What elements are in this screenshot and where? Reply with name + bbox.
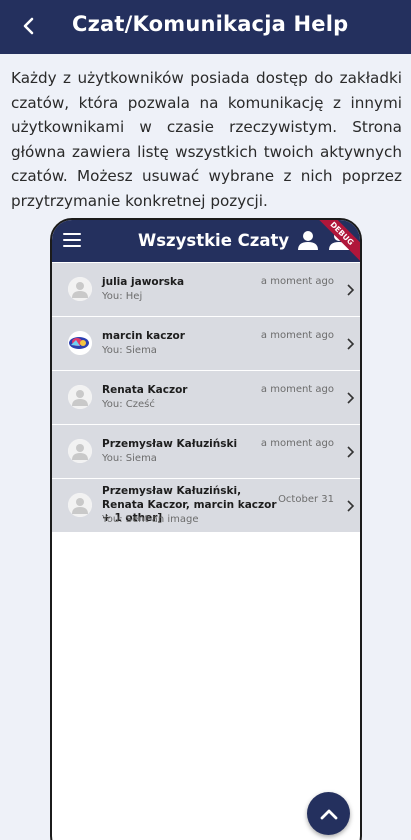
avatar	[68, 439, 92, 463]
chat-item[interactable]: julia jaworska You: Hej a moment ago	[52, 263, 360, 317]
chat-last-message: You: Cześć	[102, 399, 155, 410]
app-bar: Czat/Komunikacja Help	[0, 0, 411, 54]
chat-last-message: You: Siema	[102, 345, 157, 356]
chevron-right-icon	[347, 338, 355, 350]
default-avatar-icon	[68, 385, 92, 409]
default-avatar-icon	[68, 277, 92, 301]
chevron-right-icon	[347, 392, 355, 404]
chat-time: October 31	[278, 494, 334, 505]
phone-mockup: Wszystkie Czaty DEBUG julia jaworska You…	[50, 218, 362, 840]
chat-time: a moment ago	[260, 276, 334, 287]
avatar	[68, 385, 92, 409]
chat-item[interactable]: marcin kaczor You: Siema a moment ago	[52, 317, 360, 371]
back-button[interactable]	[14, 11, 44, 41]
chat-item[interactable]: Przemysław Kałuziński You: Siema a momen…	[52, 425, 360, 479]
chat-list: julia jaworska You: Hej a moment ago mar…	[52, 263, 360, 533]
chevron-right-icon	[347, 284, 355, 296]
chat-item[interactable]: Renata Kaczor You: Cześć a moment ago	[52, 371, 360, 425]
menu-icon[interactable]	[63, 233, 81, 247]
chevron-right-icon	[347, 500, 355, 512]
chat-time: a moment ago	[260, 438, 334, 449]
person-icon[interactable]	[297, 229, 319, 251]
chat-last-message: You: Sent an image	[102, 514, 199, 525]
phone-title: Wszystkie Czaty	[138, 231, 290, 250]
chat-last-message: You: Hej	[102, 291, 143, 302]
avatar	[68, 277, 92, 301]
default-avatar-icon	[68, 439, 92, 463]
default-avatar-icon	[68, 493, 92, 517]
chat-name: marcin kaczor	[102, 330, 185, 342]
chat-time: a moment ago	[260, 384, 334, 395]
chevron-right-icon	[347, 446, 355, 458]
page-title: Czat/Komunikacja Help	[72, 12, 349, 36]
phone-app-bar: Wszystkie Czaty DEBUG	[52, 220, 360, 267]
chat-item[interactable]: Przemysław Kałuziński, Renata Kaczor, ma…	[52, 479, 360, 533]
chat-name: Przemysław Kałuziński	[102, 438, 238, 450]
user-photo-icon	[68, 331, 92, 355]
avatar	[68, 493, 92, 517]
avatar	[68, 331, 92, 355]
chevron-up-icon	[320, 809, 337, 819]
help-description: Każdy z użytkowników posiada dostęp do z…	[11, 69, 402, 210]
scroll-up-button[interactable]	[307, 792, 350, 835]
chat-name: julia jaworska	[102, 276, 185, 288]
chat-last-message: You: Siema	[102, 453, 157, 464]
chat-time: a moment ago	[260, 330, 334, 341]
arrow-back-icon	[23, 17, 34, 35]
chat-name: Renata Kaczor	[102, 384, 188, 396]
